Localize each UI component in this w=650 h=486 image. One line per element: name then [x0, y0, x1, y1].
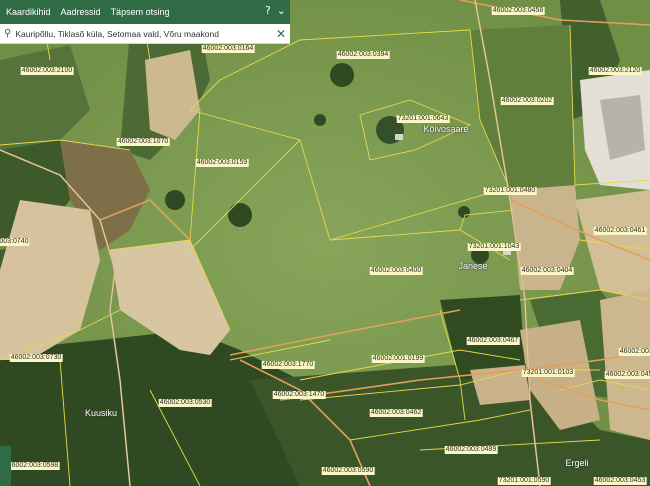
- tree-cluster: [330, 63, 354, 87]
- place-label: Janese: [458, 261, 488, 271]
- search-icon: ⚲: [4, 28, 12, 39]
- close-icon[interactable]: ✕: [276, 27, 286, 41]
- parcel-label[interactable]: 73201:001:1043: [467, 243, 521, 251]
- parcel-label[interactable]: 46002:001:0199: [371, 355, 425, 363]
- parcel-label[interactable]: 46002:003:0394: [336, 51, 390, 59]
- parcel-label[interactable]: 46002:003:0598: [6, 462, 60, 470]
- parcel-label[interactable]: 46002:003:1770: [261, 361, 315, 369]
- tree-cluster: [165, 190, 185, 210]
- parcel-label[interactable]: 46002:003:0461: [593, 227, 647, 235]
- tree-cluster: [314, 114, 326, 126]
- place-label: Kõivosaare: [423, 124, 469, 134]
- parcel-label[interactable]: 46002:003:2120: [588, 67, 642, 75]
- parcel-label[interactable]: 73201:001:0590: [497, 477, 551, 485]
- search-bar: ⚲ ✕: [0, 23, 290, 44]
- parcel-label[interactable]: 46002:003:0400: [369, 267, 423, 275]
- parcel-label[interactable]: 46002:003:1070: [116, 138, 170, 146]
- parcel-label[interactable]: 46002:003:0730: [9, 354, 63, 362]
- parcel-label[interactable]: 73201:001:0103: [521, 369, 575, 377]
- place-label: Kuusiku: [84, 408, 118, 418]
- tab-addresses[interactable]: Aadressid: [61, 7, 101, 17]
- chevron-double-down-icon[interactable]: ⌄: [277, 3, 286, 19]
- tab-advanced-search[interactable]: Täpsem otsing: [111, 7, 170, 17]
- parcel-label[interactable]: 46002:003:0590: [321, 467, 375, 475]
- place-label: Ergeli: [565, 458, 589, 468]
- question-icon[interactable]: ?: [265, 3, 271, 19]
- parcel-label[interactable]: 003:0740: [0, 238, 30, 246]
- parcel-label[interactable]: 46002:003:0462: [369, 409, 423, 417]
- tree-cluster: [458, 206, 470, 218]
- parcel-label[interactable]: 46002:003:0164: [201, 45, 255, 53]
- parcel-label[interactable]: 46002:003:2100: [20, 67, 74, 75]
- parcel-label[interactable]: 46002:003:0454: [604, 371, 650, 379]
- parcel-label[interactable]: 46002:003:0458: [491, 7, 545, 15]
- side-panel-toggle[interactable]: [0, 446, 11, 486]
- parcel-label[interactable]: 46002:003:1470: [272, 391, 326, 399]
- parcel-label[interactable]: 46002:003:0159: [195, 159, 249, 167]
- building: [395, 134, 403, 140]
- parcel-label[interactable]: 46002:003:0202: [500, 97, 554, 105]
- parcel-label[interactable]: 46002:003:0453: [593, 477, 647, 485]
- search-input[interactable]: [11, 23, 276, 44]
- parcel-label[interactable]: 46002:003:0404: [520, 267, 574, 275]
- top-toolbar: Kaardikihid Aadressid Täpsem otsing ? ⌄: [0, 0, 290, 24]
- parcel-label[interactable]: 46002:003:0467: [466, 337, 520, 345]
- parcel-label[interactable]: 73201:001:0643: [396, 115, 450, 123]
- parcel-label[interactable]: 46002:003:0530: [158, 399, 212, 407]
- tab-map-layers[interactable]: Kaardikihid: [6, 7, 51, 17]
- parcel-label[interactable]: 46002:003:0475: [618, 348, 650, 356]
- tree-cluster: [228, 203, 252, 227]
- parcel-label[interactable]: 46002:003:0489: [444, 446, 498, 454]
- parcel-label[interactable]: 73201:001:0480: [483, 187, 537, 195]
